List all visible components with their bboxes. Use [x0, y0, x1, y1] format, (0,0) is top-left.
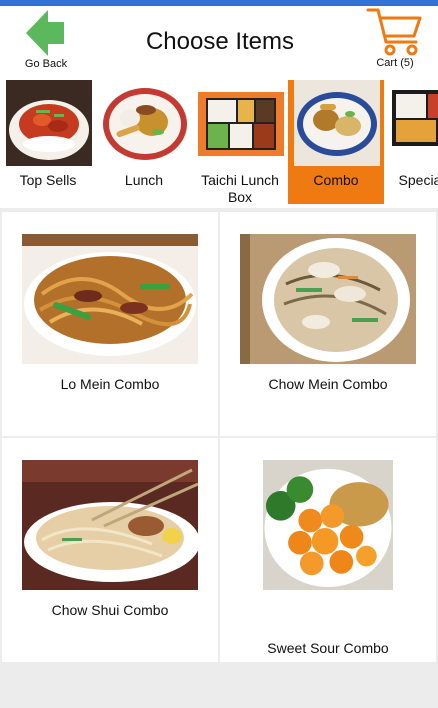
- shopping-cart-icon: [366, 8, 422, 56]
- item-photo-sweet-sour: [263, 460, 393, 590]
- item-photo-chow-shui: [22, 460, 198, 590]
- category-top-sells[interactable]: Top Sells: [0, 80, 96, 204]
- menu-item-name: Chow Mein Combo: [268, 376, 388, 392]
- category-image-taichi-lunch-box: [198, 80, 284, 166]
- category-label: Combo: [313, 172, 359, 188]
- category-label: Special Bo: [398, 172, 438, 188]
- category-label: Taichi Lunch Box: [201, 172, 279, 205]
- item-photo-chow-mein: [240, 234, 416, 364]
- item-photo-lo-mein: [22, 234, 198, 364]
- menu-item-name: Lo Mein Combo: [60, 376, 160, 392]
- category-special-box[interactable]: Special Bo: [384, 80, 438, 204]
- go-back-button[interactable]: Go Back: [16, 8, 76, 74]
- category-label: Top Sells: [19, 172, 77, 188]
- category-strip: Top Sells Lunch Taichi Lunch Box Combo S…: [0, 78, 438, 208]
- header: Go Back Choose Items Cart (5): [0, 6, 438, 78]
- category-image-combo: [294, 80, 380, 166]
- menu-item-card[interactable]: Chow Shui Combo: [2, 438, 218, 662]
- category-lunch[interactable]: Lunch: [96, 80, 192, 204]
- cart-label: Cart (5): [376, 57, 414, 69]
- menu-item-card[interactable]: Lo Mein Combo: [2, 212, 218, 436]
- category-image-special-box: [390, 80, 438, 166]
- category-taichi-lunch-box[interactable]: Taichi Lunch Box: [192, 80, 288, 205]
- page-title: Choose Items: [145, 28, 295, 55]
- menu-item-name: Sweet Sour Combo: [267, 640, 389, 656]
- menu-item-card[interactable]: Sweet Sour Combo: [220, 438, 436, 662]
- arrow-left-icon: [26, 10, 64, 56]
- menu-item-card[interactable]: Chow Mein Combo: [220, 212, 436, 436]
- category-label: Lunch: [124, 172, 164, 188]
- category-image-lunch: [102, 80, 188, 166]
- category-combo[interactable]: Combo: [288, 80, 384, 204]
- go-back-label: Go Back: [24, 58, 68, 70]
- category-image-top-sells: [6, 80, 92, 166]
- menu-item-name: Chow Shui Combo: [51, 602, 169, 618]
- menu-items-grid: Lo Mein Combo Chow Mein Combo Chow Shui …: [0, 210, 438, 708]
- cart-button[interactable]: Cart (5): [362, 6, 428, 74]
